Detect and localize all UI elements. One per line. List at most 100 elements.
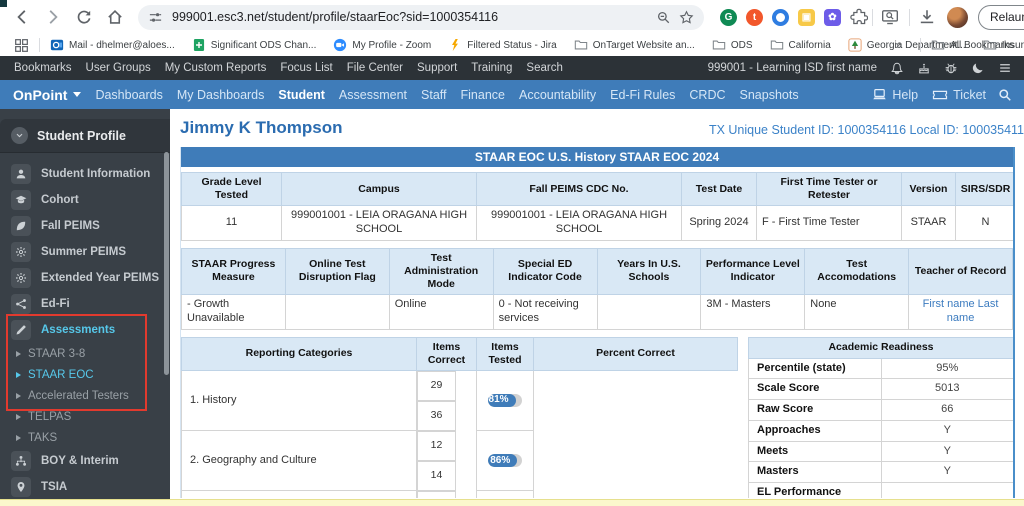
table-cell: 999001001 - LEIA ORAGANA HIGH SCHOOL	[477, 206, 682, 241]
table-cell: None	[805, 295, 909, 330]
teacher-of-record-link[interactable]: First name Last name	[923, 298, 999, 324]
icon-chip	[11, 242, 31, 262]
all-bookmarks-button[interactable]: All Bookmarks	[931, 38, 1014, 52]
table-row: 1. History293681%	[182, 370, 738, 431]
nav-item-assessment[interactable]: Assessment	[339, 88, 407, 102]
bookmark-ods[interactable]: ODS	[712, 38, 753, 52]
blue-ring-extension-icon[interactable]	[772, 9, 789, 26]
bookmark-california[interactable]: California	[770, 38, 831, 52]
sidebar-item-telpas[interactable]: TELPAS	[0, 406, 170, 427]
nav-item-finance[interactable]: Finance	[461, 88, 505, 102]
downloads-icon[interactable]	[918, 8, 936, 26]
table-cell: 999001001 - LEIA ORAGANA HIGH SCHOOL	[282, 206, 477, 241]
menu-hamburger-icon[interactable]	[998, 61, 1012, 75]
column-header: Fall PEIMS CDC No.	[477, 173, 682, 206]
sidebar-item-assessments[interactable]: Assessments	[0, 317, 170, 343]
table-row: Raw Score66	[749, 400, 1014, 421]
purple-extension-icon[interactable]: ✿	[824, 9, 841, 26]
percent-bar-track: 86%	[488, 454, 522, 467]
birthday-cake-icon[interactable]	[917, 61, 931, 75]
sidebar-item-label: Summer PEIMS	[41, 246, 126, 258]
brand-label: OnPoint	[13, 87, 67, 103]
academic-value: Y	[881, 462, 1014, 483]
icon-chip	[11, 164, 31, 184]
screen-search-icon[interactable]	[881, 8, 899, 26]
refresh-icon[interactable]	[75, 8, 93, 26]
relaunch-to-update-button[interactable]: Relaunch to update	[978, 5, 1024, 30]
sidebar-item-fall-peims[interactable]: Fall PEIMS	[0, 213, 170, 239]
table-cell	[597, 295, 701, 330]
table-row: EL Performance Measure	[749, 483, 1014, 498]
collapse-circle[interactable]	[11, 127, 28, 144]
utilnav-my-custom-reports[interactable]: My Custom Reports	[165, 62, 267, 74]
utilnav-search[interactable]: Search	[526, 62, 562, 74]
browser-toolbar: 999001.esc3.net/student/profile/staarEoc…	[0, 0, 1024, 34]
ticket-label: Ticket	[953, 88, 986, 102]
bookmark-ontarget-website-an[interactable]: OnTarget Website an...	[574, 38, 695, 52]
bookmark-mail-dhelmer-aloes[interactable]: Mail - dhelmer@aloes...	[50, 38, 175, 52]
district-label[interactable]: 999001 - Learning ISD first name	[708, 62, 877, 74]
help-button[interactable]: Help	[872, 87, 918, 102]
column-header: First Time Tester or Retester	[757, 173, 902, 206]
sidebar-item-taks[interactable]: TAKS	[0, 427, 170, 448]
sidebar-item-tsia[interactable]: TSIA	[0, 474, 170, 500]
bug-report-icon[interactable]	[944, 61, 958, 75]
nav-item-staff[interactable]: Staff	[421, 88, 446, 102]
green-g-extension-icon[interactable]: G	[720, 9, 737, 26]
column-header: Test Administration Mode	[389, 248, 493, 294]
nav-item-dashboards[interactable]: Dashboards	[95, 88, 162, 102]
nav-item-my-dashboards[interactable]: My Dashboards	[177, 88, 265, 102]
zoom-out-icon[interactable]	[656, 10, 671, 25]
sidebar-item-boy-interim[interactable]: BOY & Interim	[0, 448, 170, 474]
sidebar-item-accelerated-testers[interactable]: Accelerated Testers	[0, 385, 170, 406]
nav-item-crdc[interactable]: CRDC	[689, 88, 725, 102]
sidebar-item-staar-eoc[interactable]: STAAR EOC	[0, 364, 170, 385]
sidebar-item-staar-3-8[interactable]: STAAR 3-8	[0, 343, 170, 364]
bookmark-my-profile-zoom[interactable]: My Profile - Zoom	[333, 38, 431, 52]
dark-mode-moon-icon[interactable]	[971, 61, 985, 75]
sidebar-item-cohort[interactable]: Cohort	[0, 187, 170, 213]
academic-readiness-table: Academic Readiness Percentile (state)95%…	[748, 337, 1014, 498]
sidebar-item-extended-year-peims[interactable]: Extended Year PEIMS	[0, 265, 170, 291]
nav-item-accountability[interactable]: Accountability	[519, 88, 596, 102]
nav-item-snapshots[interactable]: Snapshots	[740, 88, 799, 102]
sidebar-item-label: STAAR 3-8	[28, 348, 85, 360]
utilnav-focus-list[interactable]: Focus List	[280, 62, 332, 74]
bookmark-filtered-status-jira[interactable]: Filtered Status - Jira	[448, 38, 556, 52]
sidebar-item-summer-peims[interactable]: Summer PEIMS	[0, 239, 170, 265]
utilnav-support[interactable]: Support	[417, 62, 457, 74]
home-icon[interactable]	[106, 8, 124, 26]
bookmarks-overflow-icon[interactable]: »	[895, 38, 902, 52]
column-header: Campus	[282, 173, 477, 206]
bookmark-significant-ods-chan[interactable]: Significant ODS Chan...	[192, 38, 317, 52]
nav-item-student[interactable]: Student	[278, 88, 325, 102]
utilnav-user-groups[interactable]: User Groups	[86, 62, 151, 74]
utilnav-file-center[interactable]: File Center	[347, 62, 403, 74]
url-input[interactable]: 999001.esc3.net/student/profile/staarEoc…	[172, 10, 648, 24]
address-bar[interactable]: 999001.esc3.net/student/profile/staarEoc…	[138, 5, 704, 30]
extensions-puzzle-icon[interactable]	[850, 8, 868, 26]
chevron-down-icon	[15, 131, 24, 140]
bookmark-star-icon[interactable]	[679, 10, 694, 25]
ticket-button[interactable]: Ticket	[932, 87, 986, 103]
sidebar-scrollbar[interactable]	[164, 152, 169, 375]
category-cell: 3. Government and Citizenship	[182, 491, 417, 498]
sidebar-item-student-information[interactable]: Student Information	[0, 161, 170, 187]
apps-grid-icon[interactable]	[14, 38, 29, 53]
nav-item-ed-fi-rules[interactable]: Ed-Fi Rules	[610, 88, 675, 102]
yellow-extension-icon[interactable]: ▣	[798, 9, 815, 26]
back-icon[interactable]	[13, 8, 31, 26]
search-icon[interactable]	[998, 88, 1012, 102]
onpoint-menu[interactable]: OnPoint	[13, 87, 81, 103]
orange-extension-icon[interactable]: t	[746, 9, 763, 26]
site-settings-icon[interactable]	[148, 10, 163, 25]
forward-icon[interactable]	[44, 8, 62, 26]
profile-avatar[interactable]	[947, 7, 968, 28]
notifications-bell-icon[interactable]	[890, 61, 904, 75]
relaunch-label: Relaunch to update	[990, 10, 1024, 24]
sidebar-item-ed-fi[interactable]: Ed-Fi	[0, 291, 170, 317]
academic-value: 95%	[881, 358, 1014, 379]
utilnav-bookmarks[interactable]: Bookmarks	[14, 62, 72, 74]
utilnav-training[interactable]: Training	[471, 62, 512, 74]
sidebar-header-student-profile[interactable]: Student Profile	[0, 119, 170, 153]
